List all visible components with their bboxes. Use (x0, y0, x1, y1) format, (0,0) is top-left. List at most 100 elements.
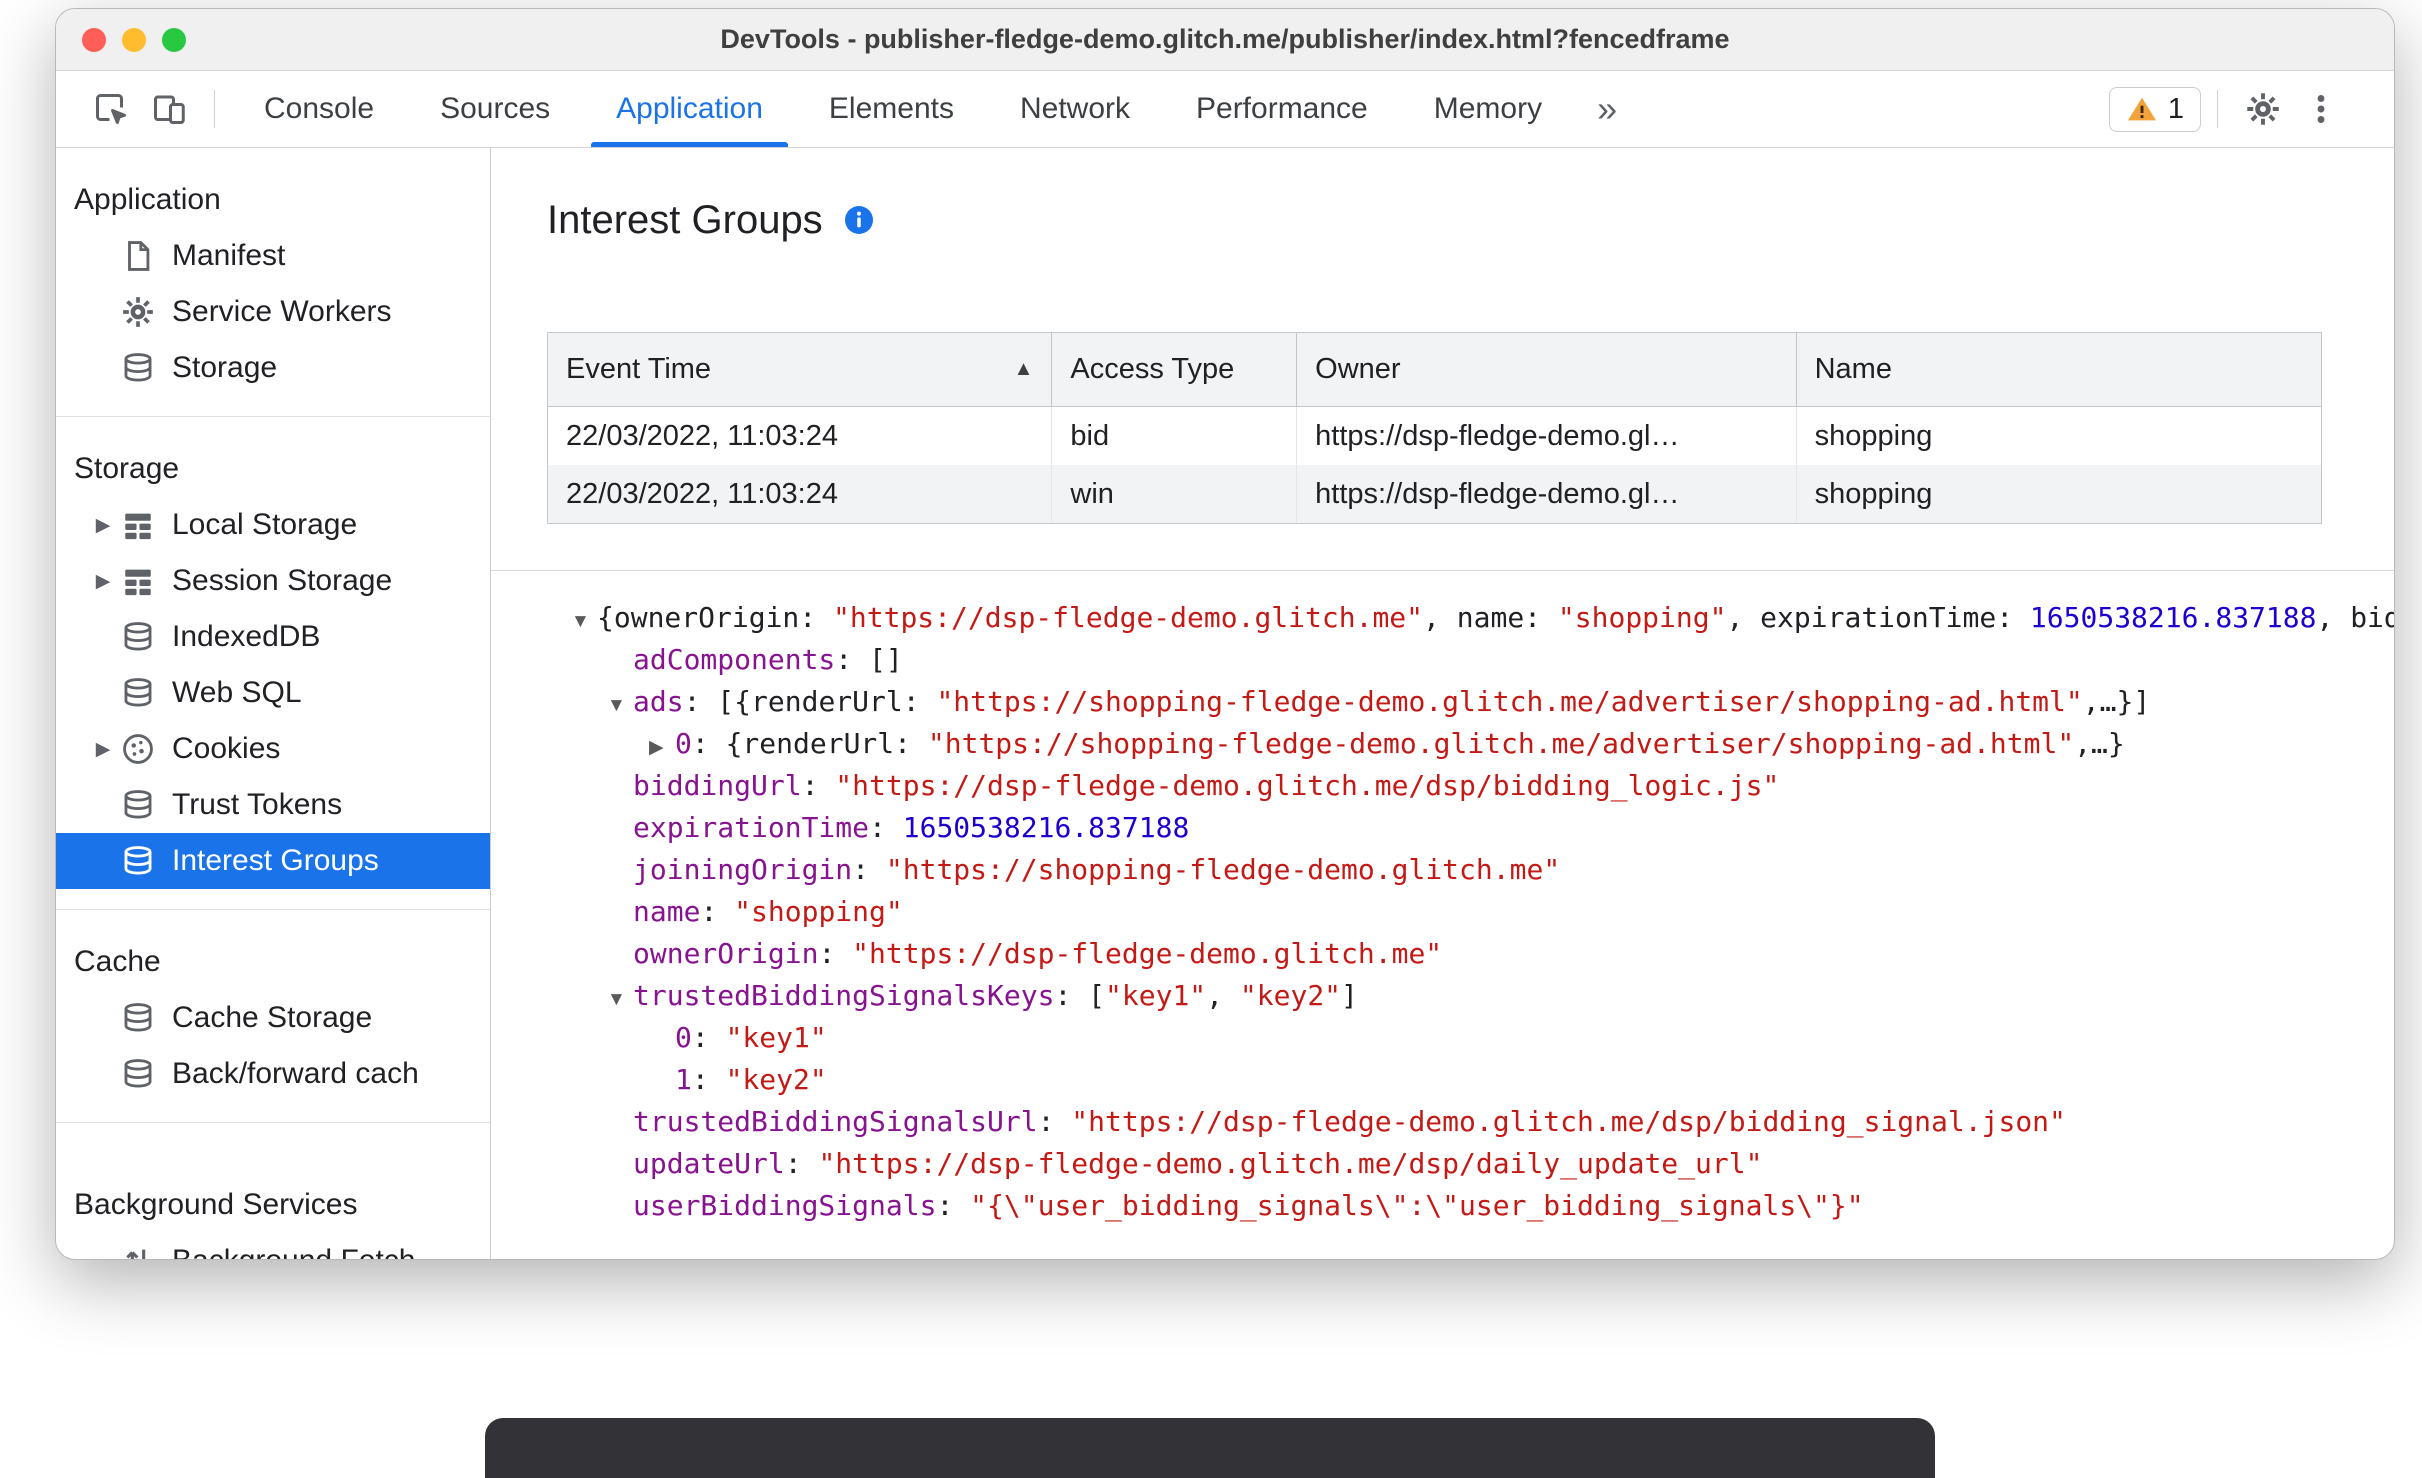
table-cell: shopping (1814, 419, 1933, 452)
sidebar-item-trust-tokens[interactable]: Trust Tokens (56, 777, 490, 833)
sidebar-item-service-workers[interactable]: Service Workers (56, 284, 490, 340)
column-header-event-time[interactable]: Event Time ▲ (548, 333, 1053, 406)
sidebar-item-label: Manifest (172, 239, 286, 272)
json-token: : (869, 811, 903, 844)
sidebar-item-local-storage[interactable]: ▶ Local Storage (56, 497, 490, 553)
inspect-icon[interactable] (87, 85, 135, 133)
tree-line[interactable]: ▶ 0: {renderUrl: "https://shopping-fledge… (547, 723, 2394, 765)
tab-elements[interactable]: Elements (796, 71, 987, 147)
database-icon (120, 619, 156, 655)
dock[interactable] (485, 1418, 1935, 1478)
tab-sources[interactable]: Sources (407, 71, 583, 147)
sidebar-item-cookies[interactable]: ▶ Cookies (56, 721, 490, 777)
tab-performance[interactable]: Performance (1163, 71, 1401, 147)
table-cell: 22/03/2022, 11:03:24 (548, 407, 1053, 465)
tree-disclosure-triangle-icon[interactable]: ▼ (607, 685, 633, 727)
sidebar-item-background-fetch[interactable]: Background Fetch (56, 1233, 490, 1259)
json-token: "https://dsp-fledge-demo.glitch.me" (833, 601, 1424, 634)
database-icon (120, 1000, 156, 1036)
json-token: : {renderUrl: (691, 727, 928, 760)
close-button[interactable] (82, 27, 106, 52)
tree-disclosure-triangle-icon[interactable]: ▶ (649, 727, 675, 769)
sidebar-item-back-forward-cach[interactable]: Back/forward cach (56, 1046, 490, 1102)
table-row[interactable]: 22/03/2022, 11:03:24 bid https://dsp-fledg… (548, 407, 2321, 465)
tree-line[interactable]: ▼ ads: [{renderUrl: "https://shopping-fle… (547, 681, 2394, 723)
toolbar: Console Sources Application Elements Network… (56, 71, 2394, 148)
json-token: 1 (675, 1063, 692, 1096)
page-title: Interest Groups (547, 197, 823, 242)
database-icon (120, 843, 156, 879)
database-icon (120, 350, 156, 386)
sidebar-item-manifest[interactable]: Manifest (56, 228, 490, 284)
tab-strip: Console Sources Application Elements Network… (231, 71, 1575, 147)
issues-count: 1 (2167, 92, 2184, 125)
minimize-button[interactable] (122, 27, 146, 52)
main-title-row: Interest Groups (547, 192, 2394, 248)
disclosure-triangle-icon[interactable]: ▶ (86, 738, 120, 761)
sidebar-item-cache-storage[interactable]: Cache Storage (56, 990, 490, 1046)
zoom-button[interactable] (162, 27, 186, 52)
kebab-menu-icon[interactable] (2297, 85, 2345, 133)
json-token: , biddingUrl: (2316, 601, 2394, 634)
tree-line: name: "shopping" (547, 891, 2394, 933)
tree-disclosure-triangle-icon[interactable]: ▼ (607, 979, 633, 1021)
toolbar-right: 1 (2108, 85, 2350, 133)
column-header-name[interactable]: Name (1797, 333, 2321, 406)
tree-line[interactable]: ▼ trustedBiddingSignalsKeys: ["key1", "ke… (547, 975, 2394, 1017)
json-token: "shopping" (1557, 601, 1727, 634)
sidebar-item-label: Cookies (172, 732, 281, 765)
disclosure-triangle-icon[interactable]: ▶ (86, 570, 120, 593)
column-header-label: Access Type (1070, 353, 1235, 385)
sidebar-item-web-sql[interactable]: Web SQL (56, 665, 490, 721)
sidebar-item-indexeddb[interactable]: IndexedDB (56, 609, 490, 665)
issues-badge[interactable]: 1 (2108, 86, 2201, 132)
json-token: : [ (1054, 979, 1106, 1012)
tree-line[interactable]: ▼ {ownerOrigin: "https://dsp-fledge-demo.… (547, 597, 2394, 639)
table-cell: https://dsp-fledge-demo.gl… (1297, 465, 1797, 523)
tree-disclosure-triangle-icon[interactable]: ▼ (571, 601, 597, 643)
json-token: "shopping" (734, 895, 903, 928)
json-token: name (633, 895, 701, 928)
json-token: 0 (675, 1021, 692, 1054)
tab-memory[interactable]: Memory (1401, 71, 1575, 147)
events-table: Event Time ▲ Access Type Owner Name 22/03/20… (547, 332, 2322, 524)
tab-console[interactable]: Console (231, 71, 407, 147)
sidebar-item-label: Back/forward cach (172, 1057, 419, 1090)
device-toolbar-icon[interactable] (145, 85, 193, 133)
sidebar-item-label: Cache Storage (172, 1001, 373, 1034)
more-tabs-button[interactable]: » (1575, 88, 1639, 130)
json-token: 1650538216.837188 (2029, 601, 2317, 634)
sidebar-section-background-services: Background Services Background Fetch (56, 1122, 490, 1259)
column-header-owner[interactable]: Owner (1297, 333, 1797, 406)
info-icon[interactable] (843, 204, 875, 236)
json-token: : (784, 1147, 819, 1180)
toolbar-left-icons (82, 85, 198, 133)
table-row[interactable]: 22/03/2022, 11:03:24 win https://dsp-fledg… (548, 465, 2321, 523)
sidebar-item-label: Trust Tokens (172, 788, 343, 821)
sidebar-item-session-storage[interactable]: ▶ Session Storage (56, 553, 490, 609)
sidebar-item-label: Service Workers (172, 295, 392, 328)
titlebar[interactable]: DevTools - publisher-fledge-demo.glitch.… (56, 9, 2394, 71)
table-cell: https://dsp-fledge-demo.gl… (1297, 407, 1797, 465)
document-icon (120, 238, 156, 274)
table-cell: 22/03/2022, 11:03:24 (548, 465, 1053, 523)
sidebar-section-title: Application (74, 183, 221, 216)
sidebar-item-interest-groups[interactable]: Interest Groups (56, 833, 490, 889)
settings-gear-icon[interactable] (2239, 85, 2287, 133)
sidebar-item-label: Local Storage (172, 508, 358, 541)
table-cell: bid (1052, 407, 1298, 465)
json-token: , (1206, 979, 1240, 1012)
sidebar-item-storage[interactable]: Storage (56, 340, 490, 396)
json-token: : (818, 937, 853, 970)
tree-line: expirationTime: 1650538216.837188 (547, 807, 2394, 849)
json-token: "https://dsp-fledge-demo.glitch.me" (852, 937, 1443, 970)
json-tree: ▼ {ownerOrigin: "https://dsp-fledge-demo.… (547, 571, 2394, 1259)
column-header-access-type[interactable]: Access Type (1052, 333, 1298, 406)
tree-line: 1: "key2" (547, 1059, 2394, 1101)
disclosure-triangle-icon[interactable]: ▶ (86, 514, 120, 537)
tree-line: biddingUrl: "https://dsp-fledge-demo.gli… (547, 765, 2394, 807)
tab-application[interactable]: Application (583, 71, 796, 147)
json-token: : (801, 769, 836, 802)
gear-icon (120, 294, 156, 330)
tab-network[interactable]: Network (987, 71, 1163, 147)
